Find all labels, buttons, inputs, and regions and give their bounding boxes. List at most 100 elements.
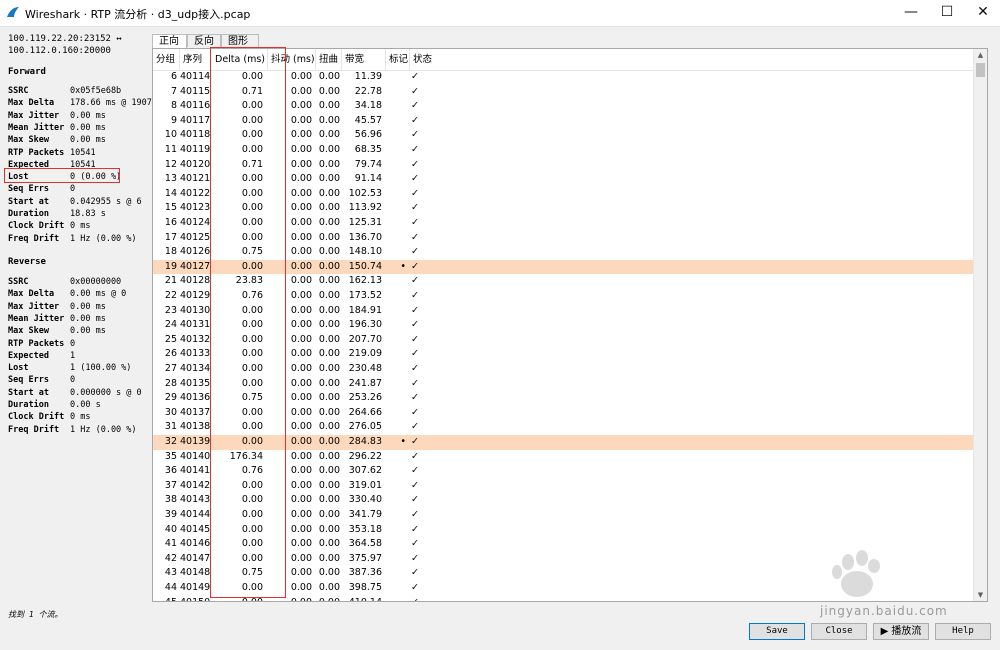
- table-row[interactable]: 16 40124 0.00 0.00 0.00 125.31 ✓: [153, 216, 975, 231]
- save-button[interactable]: Save: [749, 623, 805, 640]
- table-row[interactable]: 7 40115 0.71 0.00 0.00 22.78 ✓: [153, 85, 975, 100]
- table-row[interactable]: 17 40125 0.00 0.00 0.00 136.70 ✓: [153, 231, 975, 246]
- table-row[interactable]: 18 40126 0.75 0.00 0.00 148.10 ✓: [153, 245, 975, 260]
- vertical-scrollbar[interactable]: ▲ ▼: [973, 49, 987, 601]
- play-stream-button[interactable]: ▶ 播放流: [873, 623, 929, 640]
- cell-delta: 176.34: [229, 450, 263, 462]
- close-button[interactable]: Close: [811, 623, 867, 640]
- table-row[interactable]: 24 40131 0.00 0.00 0.00 196.30 ✓: [153, 318, 975, 333]
- col-header-marker[interactable]: 标记: [386, 49, 410, 70]
- table-row[interactable]: 10 40118 0.00 0.00 0.00 56.96 ✓: [153, 128, 975, 143]
- cell-pkt: 40: [164, 523, 177, 535]
- cell-seq: 40147: [180, 552, 211, 564]
- scroll-thumb[interactable]: [976, 63, 985, 77]
- cell-bw: 341.79: [348, 509, 382, 520]
- stat-label: SSRC: [8, 86, 29, 96]
- stat-row: Freq Drift 1 Hz (0.00 %): [8, 234, 158, 246]
- cell-delta: 0.76: [241, 465, 263, 477]
- cell-jitter: 0.00: [290, 100, 312, 112]
- cell-pkt: 31: [164, 421, 177, 433]
- table-row[interactable]: 23 40130 0.00 0.00 0.00 184.91 ✓: [153, 304, 975, 319]
- table-row[interactable]: 26 40133 0.00 0.00 0.00 219.09 ✓: [153, 347, 975, 362]
- scroll-up-arrow-icon[interactable]: ▲: [974, 49, 987, 61]
- stat-row: Max Jitter 0.00 ms: [8, 111, 158, 123]
- cell-seq: 40130: [180, 304, 211, 316]
- cell-seq: 40124: [180, 217, 211, 228]
- cell-delta: 0.00: [241, 100, 263, 112]
- stat-value: 10541: [70, 147, 96, 158]
- stat-value: 0.00 ms: [70, 135, 106, 146]
- table-row[interactable]: 31 40138 0.00 0.00 0.00 276.05 ✓: [153, 420, 975, 435]
- cell-jitter: 0.00: [290, 363, 312, 374]
- table-row[interactable]: 44 40149 0.00 0.00 0.00 398.75 ✓: [153, 581, 975, 596]
- cell-bw: 284.83: [348, 436, 382, 447]
- tab-forward[interactable]: 正向: [152, 34, 187, 48]
- cell-status: ✓: [411, 333, 419, 345]
- table-row[interactable]: 22 40129 0.76 0.00 0.00 173.52 ✓: [153, 289, 975, 304]
- cell-bw: 330.40: [348, 494, 382, 506]
- cell-mark: [386, 85, 406, 100]
- col-header-sequence[interactable]: 序列: [180, 49, 211, 70]
- cell-skew: 0.00: [318, 552, 340, 564]
- table-row[interactable]: 28 40135 0.00 0.00 0.00 241.87 ✓: [153, 377, 975, 392]
- table-row[interactable]: 11 40119 0.00 0.00 0.00 68.35 ✓: [153, 143, 975, 158]
- stat-value: 0.00 ms: [70, 122, 106, 133]
- stat-label: Max Delta: [8, 289, 55, 300]
- table-row[interactable]: 37 40142 0.00 0.00 0.00 319.01 ✓: [153, 479, 975, 494]
- col-header-status[interactable]: 状态: [410, 49, 975, 70]
- cell-skew: 0.00: [318, 144, 340, 155]
- maximize-button[interactable]: ☐: [930, 0, 964, 26]
- table-row[interactable]: 12 40120 0.71 0.00 0.00 79.74 ✓: [153, 158, 975, 173]
- table-row[interactable]: 8 40116 0.00 0.00 0.00 34.18 ✓: [153, 99, 975, 114]
- cell-pkt: 19: [164, 260, 177, 272]
- cell-bw: 56.96: [354, 129, 382, 141]
- col-header-packet[interactable]: 分组: [153, 49, 180, 70]
- col-header-skew[interactable]: 扭曲: [316, 49, 342, 70]
- table-row[interactable]: 35 40140 176.34 0.00 0.00 296.22 ✓: [153, 450, 975, 465]
- cell-status: ✓: [411, 231, 419, 243]
- cell-seq: 40119: [180, 144, 211, 155]
- table-row[interactable]: 25 40132 0.00 0.00 0.00 207.70 ✓: [153, 333, 975, 348]
- help-button[interactable]: Help: [935, 623, 991, 640]
- col-header-jitter[interactable]: 抖动 (ms): [268, 49, 316, 70]
- stat-row: Expected 1: [8, 351, 158, 363]
- cell-bw: 102.53: [348, 187, 382, 199]
- tab-graph[interactable]: 图形: [221, 34, 259, 47]
- table-row[interactable]: 36 40141 0.76 0.00 0.00 307.62 ✓: [153, 464, 975, 479]
- table-row[interactable]: 40 40145 0.00 0.00 0.00 353.18 ✓: [153, 523, 975, 538]
- cell-delta: 0.00: [241, 479, 263, 491]
- cell-skew: 0.00: [318, 348, 340, 360]
- stat-value: 1 (100.00 %): [70, 363, 132, 374]
- table-row[interactable]: 45401500.000.000.00410.14✓: [153, 596, 975, 601]
- table-row[interactable]: 29 40136 0.75 0.00 0.00 253.26 ✓: [153, 391, 975, 406]
- minimize-button[interactable]: —: [894, 0, 928, 26]
- table-row[interactable]: 27 40134 0.00 0.00 0.00 230.48 ✓: [153, 362, 975, 377]
- table-row[interactable]: 9 40117 0.00 0.00 0.00 45.57 ✓: [153, 114, 975, 129]
- cell-delta: 0.00: [241, 523, 263, 535]
- cell-mark: [386, 391, 406, 406]
- cell-delta: 0.00: [241, 144, 263, 155]
- stat-value: 0.000000 s @ 0: [70, 387, 142, 398]
- cell-seq: 40140: [180, 450, 211, 462]
- close-window-button[interactable]: ✕: [966, 0, 1000, 26]
- table-row[interactable]: 32 40139 0.00 0.00 0.00 284.83 • ✓: [153, 435, 975, 450]
- table-row[interactable]: 19 40127 0.00 0.00 0.00 150.74 • ✓: [153, 259, 975, 275]
- table-row[interactable]: 39 40144 0.00 0.00 0.00 341.79 ✓: [153, 508, 975, 523]
- table-row[interactable]: 41 40146 0.00 0.00 0.00 364.58 ✓: [153, 537, 975, 552]
- table-row[interactable]: 13 40121 0.00 0.00 0.00 91.14 ✓: [153, 172, 975, 187]
- scroll-down-arrow-icon[interactable]: ▼: [974, 589, 987, 601]
- col-header-bandwidth[interactable]: 带宽: [342, 49, 386, 70]
- table-row[interactable]: 15 40123 0.00 0.00 0.00 113.92 ✓: [153, 201, 975, 216]
- cell-status: ✓: [411, 538, 419, 550]
- packet-table[interactable]: 分组 序列 Delta (ms) 抖动 (ms) 扭曲 带宽 标记 状态 6 40…: [152, 48, 988, 602]
- cell-bw: 34.18: [354, 100, 382, 112]
- table-row[interactable]: 43 40148 0.75 0.00 0.00 387.36 ✓: [153, 566, 975, 581]
- table-row[interactable]: 21 40128 23.83 0.00 0.00 162.13 ✓: [153, 274, 975, 289]
- col-header-delta[interactable]: Delta (ms): [211, 49, 268, 70]
- table-row[interactable]: 6 40114 0.00 0.00 0.00 11.39 ✓: [153, 70, 975, 85]
- table-row[interactable]: 14 40122 0.00 0.00 0.00 102.53 ✓: [153, 187, 975, 202]
- table-row[interactable]: 30 40137 0.00 0.00 0.00 264.66 ✓: [153, 406, 975, 421]
- tab-reverse[interactable]: 反向: [187, 34, 221, 47]
- table-row[interactable]: 42 40147 0.00 0.00 0.00 375.97 ✓: [153, 552, 975, 567]
- table-row[interactable]: 38 40143 0.00 0.00 0.00 330.40 ✓: [153, 493, 975, 508]
